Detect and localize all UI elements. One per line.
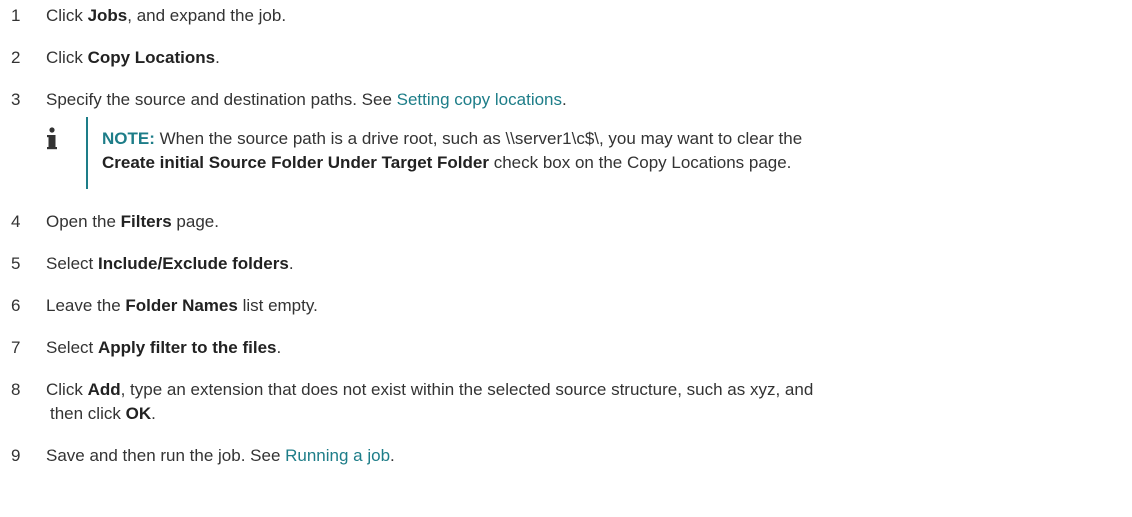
step-text-segment: Open the (46, 212, 121, 231)
note-option-name: Create initial Source Folder Under Targe… (102, 153, 489, 172)
note-text: When the source path is a drive root, su… (154, 129, 803, 148)
step-text: Click Copy Locations. (46, 46, 220, 70)
step-text-segment: Select (46, 254, 98, 273)
ui-term: Folder Names (125, 296, 238, 315)
cross-reference-link[interactable]: Running a job (285, 446, 390, 465)
note-text: check box on the Copy Locations page. (488, 153, 792, 172)
ui-term: Add (87, 380, 121, 399)
step-text-segment: Click (46, 48, 88, 67)
step-number: 6 (11, 296, 21, 315)
step-text: Click Jobs, and expand the job. (46, 4, 286, 28)
step-text-segment: , type an extension that does not exist … (120, 380, 814, 399)
step-text: Select Include/Exclude folders. (46, 252, 294, 276)
step-text-segment: Specify the source and destination paths… (46, 90, 397, 109)
step-text-segment: Leave the (46, 296, 126, 315)
note-label: NOTE: (102, 129, 155, 148)
note-line-2: Create initial Source Folder Under Targe… (102, 151, 791, 175)
step-text-segment: list empty. (237, 296, 318, 315)
note-callout: NOTE: When the source path is a drive ro… (46, 117, 1106, 191)
ui-term: Copy Locations (87, 48, 216, 67)
step-number: 3 (11, 90, 21, 109)
step-text-segment: . (390, 446, 395, 465)
step-text: Leave the Folder Names list empty. (46, 294, 318, 318)
step-text-segment: , and expand the job. (127, 6, 287, 25)
step-number: 5 (11, 254, 21, 273)
step-number: 7 (11, 338, 21, 357)
step-text: Specify the source and destination paths… (46, 88, 567, 112)
step-text-segment: . (288, 254, 294, 273)
ui-term: Jobs (87, 6, 128, 25)
info-icon (47, 127, 57, 150)
step-number: 1 (11, 6, 21, 25)
step-text: Click Add, type an extension that does n… (46, 378, 813, 402)
cross-reference-link[interactable]: Setting copy locations (397, 90, 562, 109)
note-divider (86, 117, 88, 189)
step-number: 8 (11, 380, 21, 399)
step-text-segment: then click (50, 404, 126, 423)
step-text-segment: . (276, 338, 282, 357)
ui-term: OK (125, 404, 152, 423)
step-text-segment: Save and then run the job. See (46, 446, 286, 465)
procedure-document: 1 Click Jobs, and expand the job. 2 Clic… (0, 0, 1132, 517)
step-text-continuation: then click OK. (50, 402, 156, 426)
step-text-segment: . (215, 48, 220, 67)
ui-term: Filters (120, 212, 172, 231)
step-text-segment: Click (46, 380, 88, 399)
ui-term: Include/Exclude folders (97, 254, 289, 273)
note-line-1: NOTE: When the source path is a drive ro… (102, 127, 802, 151)
step-text: Select Apply filter to the files. (46, 336, 281, 360)
step-text-segment: . (562, 90, 567, 109)
step-number: 2 (11, 48, 21, 67)
step-text-segment: Select (46, 338, 98, 357)
step-number: 9 (11, 446, 21, 465)
step-text-segment: Click (46, 6, 88, 25)
step-text: Open the Filters page. (46, 210, 219, 234)
step-number: 4 (11, 212, 21, 231)
step-text: Save and then run the job. See Running a… (46, 444, 395, 468)
step-text-segment: page. (171, 212, 219, 231)
step-text-segment: . (151, 404, 156, 423)
ui-term: Apply filter to the files (97, 338, 277, 357)
